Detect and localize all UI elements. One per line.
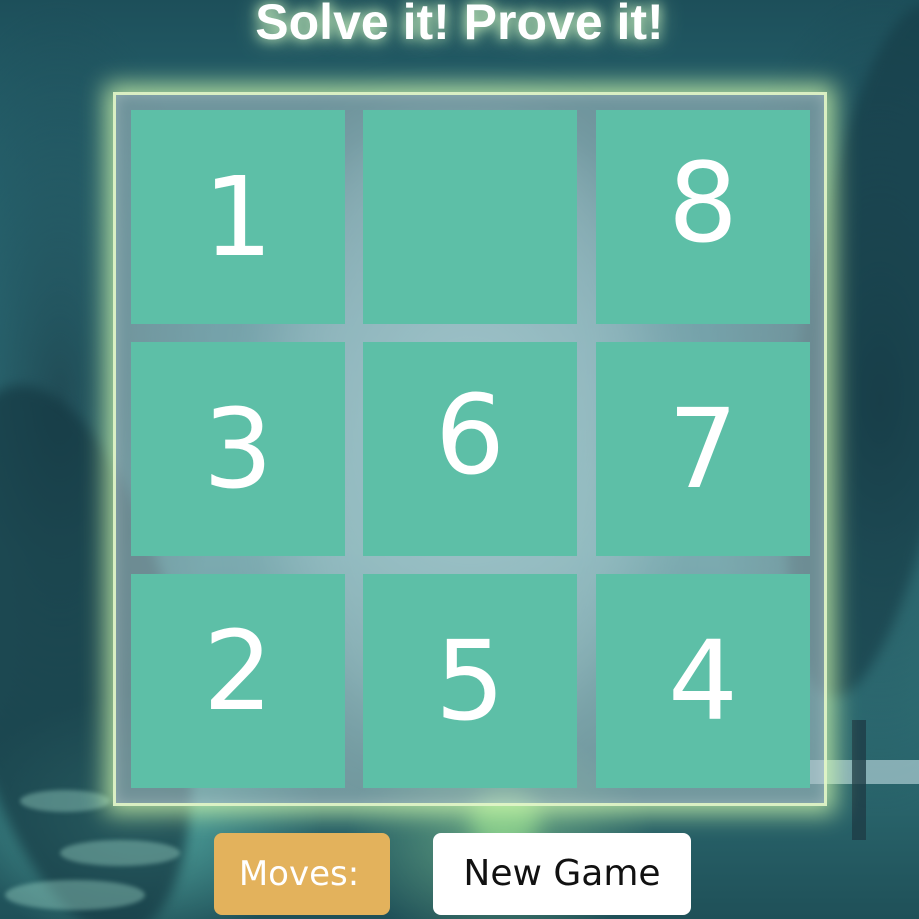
game-title: Solve it! Prove it!	[255, 0, 664, 50]
tile-number: 1	[203, 153, 273, 281]
puzzle-tile[interactable]: 1	[131, 110, 345, 324]
lily-pad	[20, 790, 110, 812]
tile-number: 3	[203, 385, 273, 513]
lily-pad	[60, 840, 180, 866]
puzzle-board: 1 8 3 6 7 2 5 4	[113, 92, 827, 806]
puzzle-tile[interactable]: 2	[131, 574, 345, 788]
puzzle-tile[interactable]: 8	[596, 110, 810, 324]
puzzle-tile[interactable]: 7	[596, 342, 810, 556]
tile-number: 4	[668, 617, 738, 745]
new-game-button[interactable]: New Game	[433, 833, 691, 915]
tile-number: 6	[435, 371, 505, 499]
puzzle-tile[interactable]: 3	[131, 342, 345, 556]
lily-pad	[5, 880, 145, 910]
dock-post	[852, 720, 866, 840]
tile-number: 2	[203, 607, 273, 735]
tile-number: 8	[668, 139, 738, 267]
empty-tile[interactable]	[363, 110, 577, 324]
moves-counter: Moves:	[214, 833, 390, 915]
moves-label: Moves:	[238, 854, 360, 894]
tile-number: 7	[668, 385, 738, 513]
puzzle-tile[interactable]: 6	[363, 342, 577, 556]
tile-number: 5	[435, 617, 505, 745]
puzzle-tile[interactable]: 4	[596, 574, 810, 788]
puzzle-tile[interactable]: 5	[363, 574, 577, 788]
